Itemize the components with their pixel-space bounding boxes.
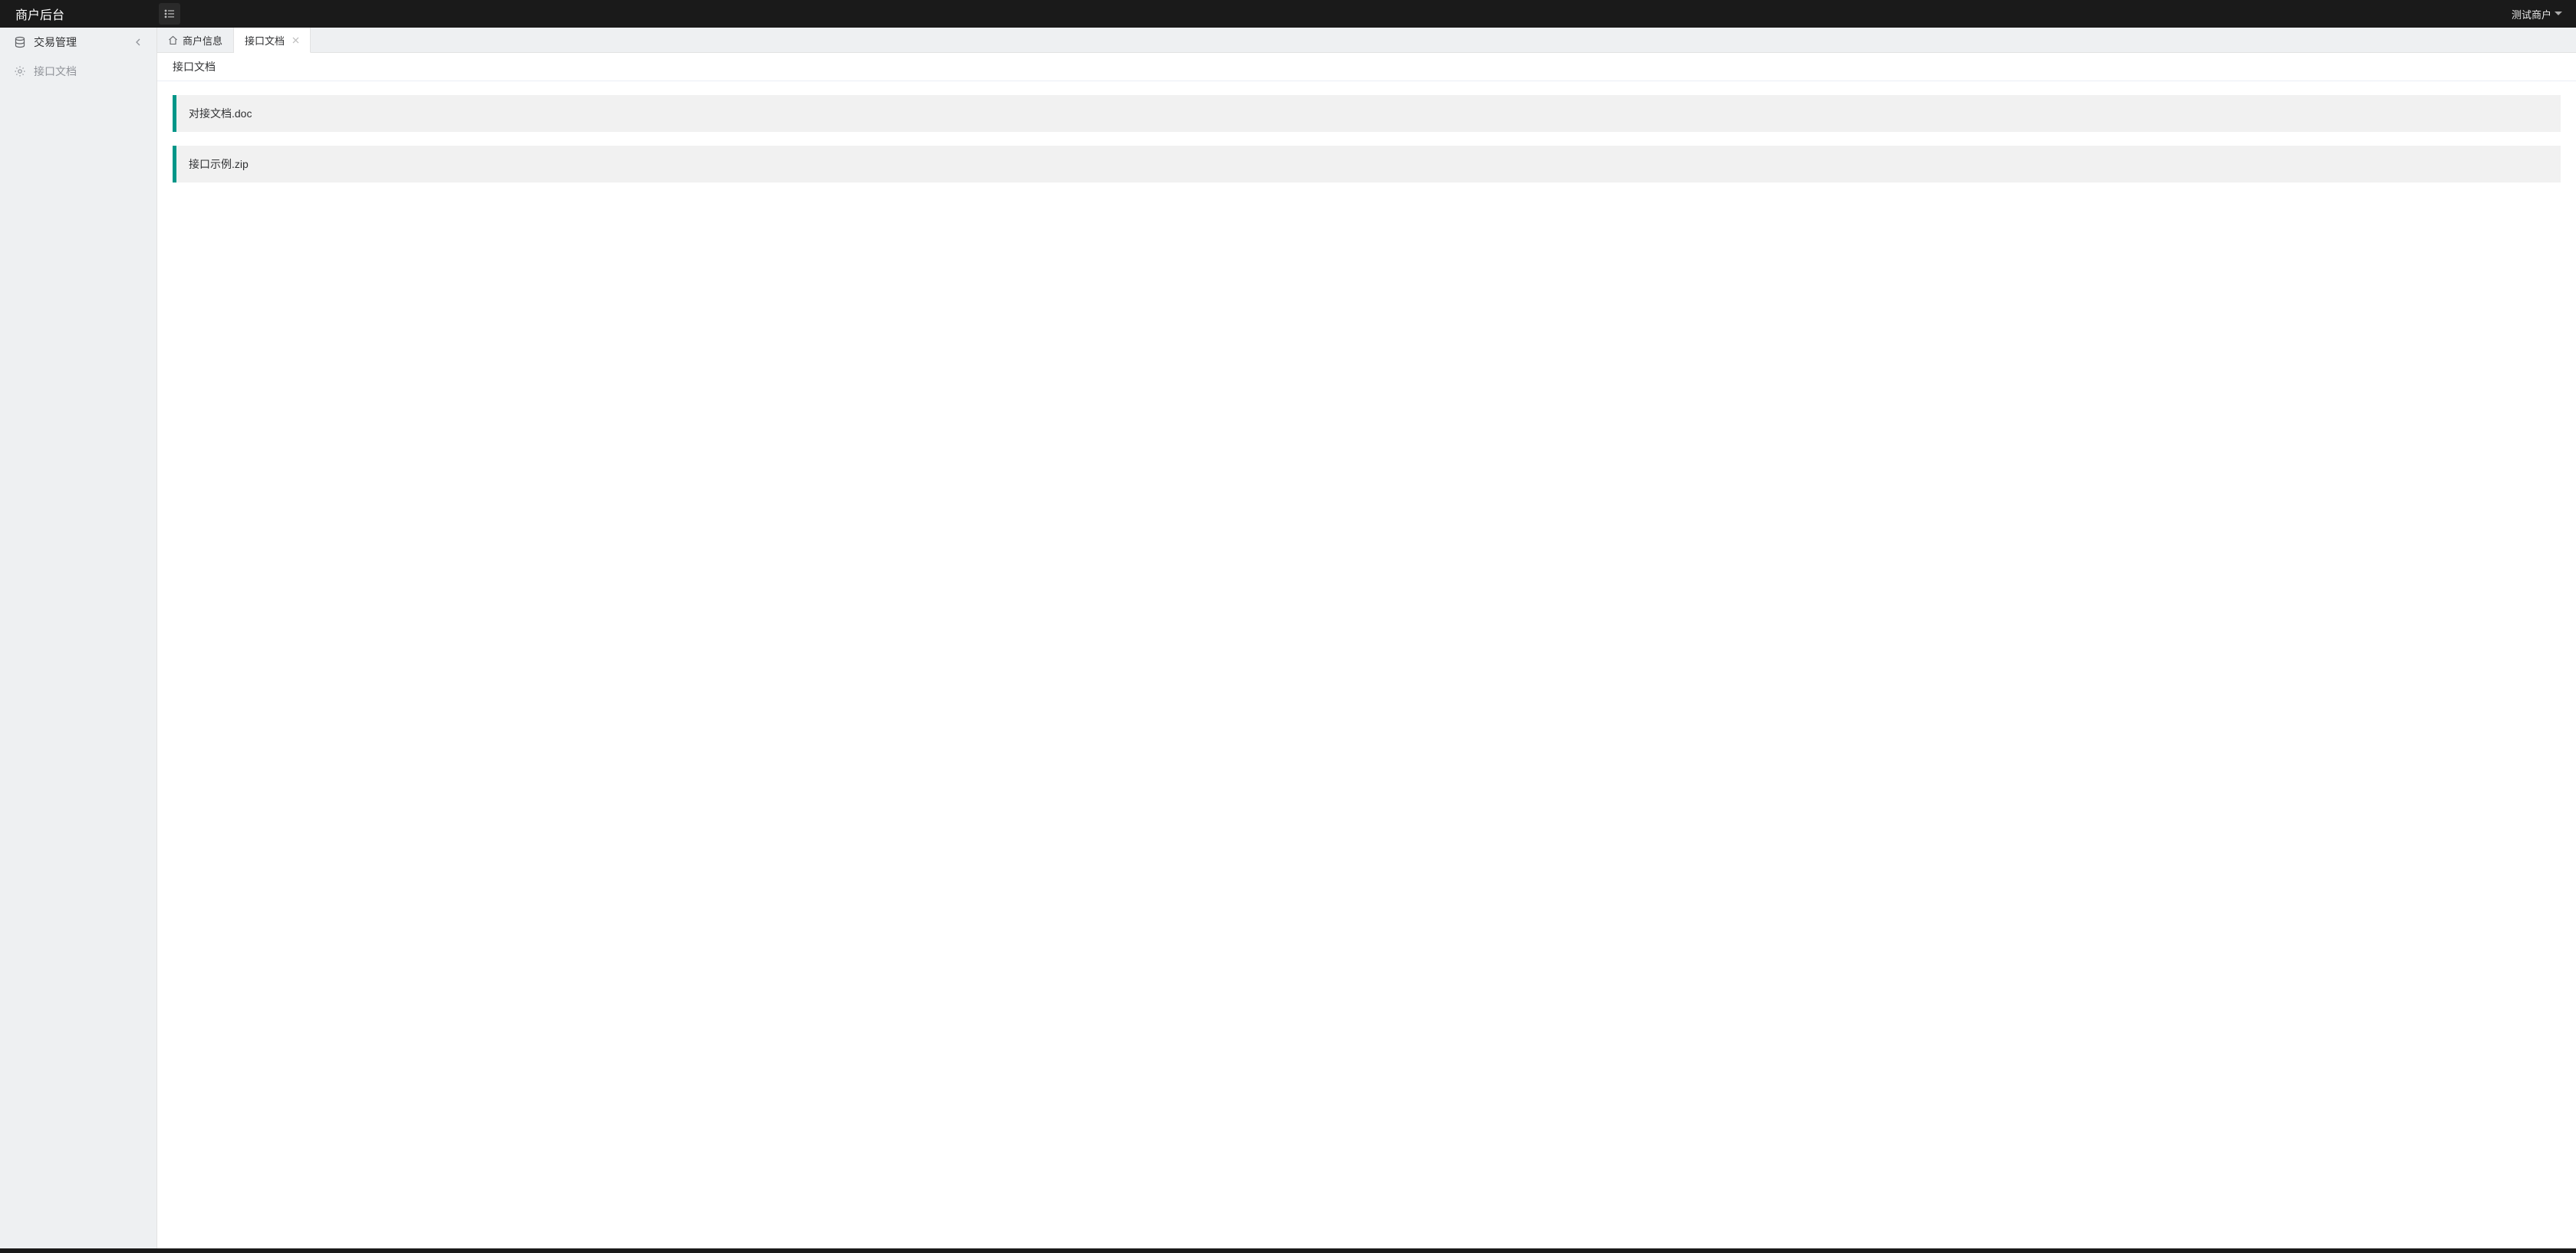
file-name: 对接文档.doc — [189, 107, 252, 120]
tab-label: 商户信息 — [183, 33, 222, 48]
page-title-text: 接口文档 — [173, 59, 216, 74]
tab-label: 接口文档 — [245, 33, 285, 48]
user-name-label: 测试商户 — [2512, 7, 2551, 21]
file-name: 接口示例.zip — [189, 158, 249, 170]
tabs-bar: 商户信息 接口文档 — [157, 28, 2576, 53]
sidebar-toggle-button[interactable] — [159, 3, 180, 25]
sidebar: 交易管理 接口文档 — [0, 28, 157, 1248]
caret-down-icon — [2555, 12, 2562, 16]
page-body: 对接文档.doc 接口示例.zip — [157, 81, 2576, 210]
page-container: 接口文档 对接文档.doc 接口示例.zip — [157, 53, 2576, 1248]
sidebar-item-api-docs[interactable]: 接口文档 — [0, 57, 156, 86]
page-title: 接口文档 — [157, 53, 2576, 81]
sidebar-item-label: 接口文档 — [34, 64, 77, 79]
database-icon — [14, 36, 26, 48]
app-layout: 交易管理 接口文档 — [0, 28, 2576, 1248]
file-item[interactable]: 接口示例.zip — [173, 146, 2561, 183]
user-menu[interactable]: 测试商户 — [2512, 7, 2576, 21]
app-logo-text: 商户后台 — [15, 5, 64, 23]
sidebar-item-label: 交易管理 — [34, 35, 77, 50]
home-icon — [168, 35, 178, 45]
chevron-left-icon — [135, 38, 141, 46]
tab-api-docs[interactable]: 接口文档 — [234, 28, 311, 53]
footer-strip — [0, 1248, 2576, 1253]
tab-merchant-info[interactable]: 商户信息 — [157, 28, 234, 52]
menu-list-icon — [164, 9, 175, 18]
content-area: 商户信息 接口文档 接口文档 对接文档.doc — [157, 28, 2576, 1248]
gear-icon — [14, 65, 26, 77]
app-header: 商户后台 测试商户 — [0, 0, 2576, 28]
sidebar-item-transactions[interactable]: 交易管理 — [0, 28, 156, 57]
file-item[interactable]: 对接文档.doc — [173, 95, 2561, 132]
app-logo: 商户后台 — [0, 0, 157, 28]
close-icon[interactable] — [292, 37, 299, 44]
